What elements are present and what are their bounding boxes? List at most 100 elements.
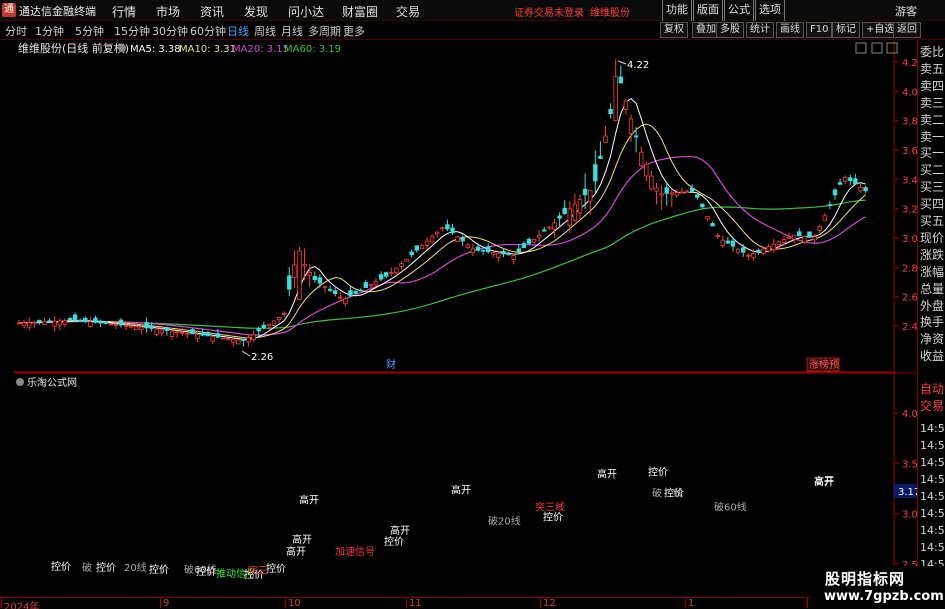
sub-settings-icon[interactable] bbox=[16, 378, 24, 386]
candle-body bbox=[317, 277, 323, 284]
menu-quotes[interactable]: 行情 bbox=[112, 3, 136, 20]
f10-button[interactable]: F10 bbox=[806, 22, 833, 38]
candle-body bbox=[843, 176, 848, 182]
quote-field-label: 总量 bbox=[920, 281, 945, 296]
candle-body bbox=[654, 187, 659, 192]
chart-minimize-icon[interactable] bbox=[855, 42, 867, 54]
back-button[interactable]: 返回 bbox=[893, 22, 921, 38]
candle-body bbox=[103, 321, 108, 324]
finance-marker[interactable]: 财 bbox=[386, 358, 396, 371]
candle-body bbox=[195, 334, 200, 339]
quote-field-label: 委比 bbox=[920, 45, 945, 59]
candle-body bbox=[37, 319, 42, 323]
candle-body bbox=[751, 253, 756, 258]
trade-time: 14:56 bbox=[920, 422, 945, 435]
adjust-button[interactable]: 复权 bbox=[660, 22, 688, 38]
stats-button[interactable]: 统计 bbox=[746, 22, 774, 38]
period-5min[interactable]: 5分钟 bbox=[75, 23, 104, 39]
kline-chart[interactable]: 维维股份(日线 前复权) MA5: 3.38 MA10: 3.31 MA20: … bbox=[0, 40, 945, 609]
menu-options[interactable]: 选项 bbox=[755, 0, 785, 21]
trade-time: 14:56 bbox=[920, 439, 945, 452]
candle-body bbox=[537, 234, 542, 238]
candle-body bbox=[307, 271, 312, 276]
quote-field-label: 现价 bbox=[920, 230, 945, 245]
menu-news[interactable]: 资讯 bbox=[200, 3, 224, 20]
candle-body bbox=[200, 333, 205, 336]
chart-close-icon[interactable] bbox=[886, 42, 898, 54]
zhangfu-marker[interactable]: 涨榜预 bbox=[809, 358, 839, 371]
candle-body bbox=[659, 193, 664, 196]
candle-body bbox=[327, 289, 333, 291]
candle-body bbox=[837, 182, 843, 185]
candle-body bbox=[766, 246, 771, 252]
period-weekly[interactable]: 周线 bbox=[254, 23, 276, 39]
candle-body bbox=[526, 238, 532, 244]
period-monthly[interactable]: 月线 bbox=[281, 23, 303, 39]
candle-body bbox=[690, 187, 695, 192]
candle-body bbox=[164, 327, 170, 331]
period-60min[interactable]: 60分钟 bbox=[190, 23, 226, 39]
menu-layout[interactable]: 版面 bbox=[693, 0, 723, 21]
signal-label: 控价 bbox=[543, 511, 563, 524]
period-tick[interactable]: 分时 bbox=[5, 23, 27, 39]
low-price-label: 2.26 bbox=[251, 352, 273, 363]
period-30min[interactable]: 30分钟 bbox=[152, 23, 188, 39]
signal-label: 突三线 bbox=[535, 501, 565, 514]
mark-button[interactable]: 标记 bbox=[832, 22, 860, 38]
period-1min[interactable]: 1分钟 bbox=[35, 23, 64, 39]
chart-maximize-icon[interactable] bbox=[871, 42, 883, 54]
multi-stock-button[interactable]: 多股 bbox=[716, 22, 744, 38]
period-15min[interactable]: 15分钟 bbox=[114, 23, 150, 39]
candle-body bbox=[797, 231, 802, 237]
trade-time: 14:56 bbox=[920, 507, 945, 520]
trade-time: 14:56 bbox=[920, 473, 945, 486]
candle-body bbox=[399, 263, 404, 267]
ma-settings-icon[interactable] bbox=[118, 44, 126, 52]
candle-body bbox=[108, 323, 113, 326]
quote-field-label[interactable]: 自动 bbox=[920, 382, 944, 396]
candle-body bbox=[185, 332, 190, 335]
candle-body bbox=[389, 272, 394, 275]
candle-body bbox=[781, 239, 787, 243]
signal-label: 控价 bbox=[266, 562, 286, 575]
guest-label[interactable]: 游客 bbox=[895, 3, 917, 19]
candle-body bbox=[807, 231, 812, 238]
signal-label: 破 bbox=[82, 561, 92, 574]
candle-body bbox=[664, 187, 669, 194]
signal-label: 高开 bbox=[390, 524, 410, 537]
menu-function[interactable]: 功能 bbox=[662, 0, 692, 21]
period-daily[interactable]: 日线 bbox=[227, 23, 249, 39]
menu-wealth[interactable]: 财富圈 bbox=[342, 3, 378, 20]
menu-ask[interactable]: 问小达 bbox=[288, 3, 324, 20]
login-status[interactable]: 证券交易未登录 bbox=[514, 4, 584, 19]
candle-body bbox=[475, 246, 481, 251]
menu-market[interactable]: 市场 bbox=[156, 3, 180, 20]
draw-button[interactable]: 画线 bbox=[776, 22, 804, 38]
candle-body bbox=[618, 76, 623, 84]
candle-body bbox=[455, 236, 460, 242]
candle-body bbox=[246, 337, 251, 343]
quote-field-label: 换手 bbox=[920, 315, 945, 330]
candle-body bbox=[735, 248, 741, 253]
menu-trade[interactable]: 交易 bbox=[396, 3, 420, 20]
candle-body bbox=[343, 298, 348, 305]
candle-body bbox=[251, 333, 256, 341]
signal-label: 控价 bbox=[149, 563, 169, 576]
signal-label: 控价 bbox=[96, 561, 116, 574]
candle-body bbox=[32, 321, 37, 324]
candle-body bbox=[577, 199, 583, 214]
signal-label: 高开 bbox=[286, 545, 306, 558]
menu-formula[interactable]: 公式 bbox=[724, 0, 754, 21]
candle-body bbox=[378, 274, 384, 280]
candle-body bbox=[746, 254, 751, 257]
trade-time: 14:56 bbox=[920, 541, 945, 554]
signal-label: 破60线 bbox=[714, 501, 747, 514]
menu-discover[interactable]: 发现 bbox=[244, 3, 268, 20]
signal-label: 线 bbox=[673, 487, 683, 500]
quote-field-label[interactable]: 交易 bbox=[920, 399, 944, 413]
candle-body bbox=[761, 248, 766, 254]
period-more[interactable]: 更多 bbox=[343, 23, 365, 39]
candle-body bbox=[863, 187, 868, 192]
candle-body bbox=[817, 225, 822, 231]
period-multi[interactable]: 多周期 bbox=[308, 23, 341, 39]
